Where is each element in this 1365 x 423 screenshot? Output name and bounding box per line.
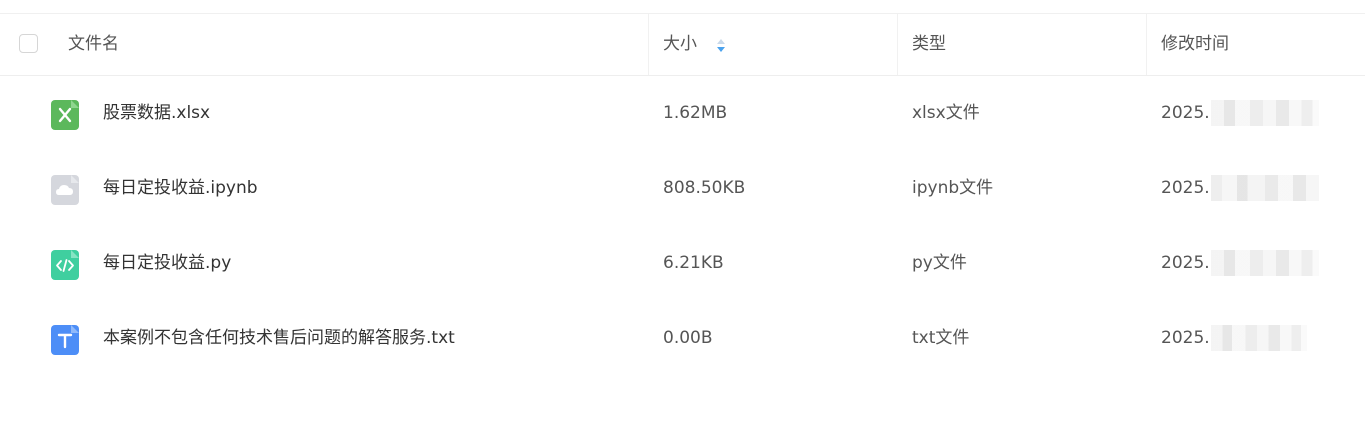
file-table: 文件名 大小 类型 修改时间 股票数据.xlsx 1.62MB xlsx文件 2… xyxy=(0,14,1365,376)
sort-descending-icon[interactable] xyxy=(717,47,725,52)
column-header-size[interactable]: 大小 xyxy=(663,14,697,75)
table-row[interactable]: 股票数据.xlsx 1.62MB xlsx文件 2025. xyxy=(0,76,1365,151)
table-header: 文件名 大小 类型 修改时间 xyxy=(0,14,1365,76)
table-row[interactable]: 本案例不包含任何技术售后问题的解答服务.txt 0.00B txt文件 2025… xyxy=(0,301,1365,376)
file-modified-time: 2025. xyxy=(1161,226,1319,301)
file-size: 0.00B xyxy=(663,328,713,348)
redacted-time xyxy=(1210,325,1307,351)
file-size: 6.21KB xyxy=(663,253,724,273)
file-type: ipynb文件 xyxy=(912,178,994,198)
excel-file-icon xyxy=(51,100,79,130)
redacted-time xyxy=(1210,175,1319,201)
redacted-time xyxy=(1210,100,1319,126)
column-header-mtime[interactable]: 修改时间 xyxy=(1161,14,1229,75)
file-name[interactable]: 股票数据.xlsx xyxy=(103,76,210,151)
file-size: 808.50KB xyxy=(663,178,746,198)
cloud-file-icon xyxy=(51,175,79,205)
file-modified-time: 2025. xyxy=(1161,151,1319,226)
modified-time-text: 2025. xyxy=(1161,253,1210,273)
select-all-checkbox[interactable] xyxy=(19,34,38,53)
file-type: txt文件 xyxy=(912,328,970,348)
table-row[interactable]: 每日定投收益.py 6.21KB py文件 2025. xyxy=(0,226,1365,301)
column-divider[interactable] xyxy=(897,14,898,75)
modified-time-text: 2025. xyxy=(1161,178,1210,198)
sort-ascending-icon[interactable] xyxy=(717,39,725,44)
file-type: py文件 xyxy=(912,253,967,273)
code-file-icon xyxy=(51,250,79,280)
redacted-time xyxy=(1210,250,1319,276)
column-divider[interactable] xyxy=(648,14,649,75)
column-header-type[interactable]: 类型 xyxy=(912,14,946,75)
text-file-icon xyxy=(51,325,79,355)
table-row[interactable]: 每日定投收益.ipynb 808.50KB ipynb文件 2025. xyxy=(0,151,1365,226)
file-type: xlsx文件 xyxy=(912,103,980,123)
modified-time-text: 2025. xyxy=(1161,328,1210,348)
file-name[interactable]: 本案例不包含任何技术售后问题的解答服务.txt xyxy=(103,301,455,376)
file-name[interactable]: 每日定投收益.py xyxy=(103,226,231,301)
column-divider[interactable] xyxy=(1146,14,1147,75)
modified-time-text: 2025. xyxy=(1161,103,1210,123)
file-name[interactable]: 每日定投收益.ipynb xyxy=(103,151,258,226)
file-modified-time: 2025. xyxy=(1161,76,1319,151)
file-modified-time: 2025. xyxy=(1161,301,1307,376)
sort-icon[interactable] xyxy=(715,36,727,54)
file-size: 1.62MB xyxy=(663,103,728,123)
column-header-name[interactable]: 文件名 xyxy=(68,14,119,75)
